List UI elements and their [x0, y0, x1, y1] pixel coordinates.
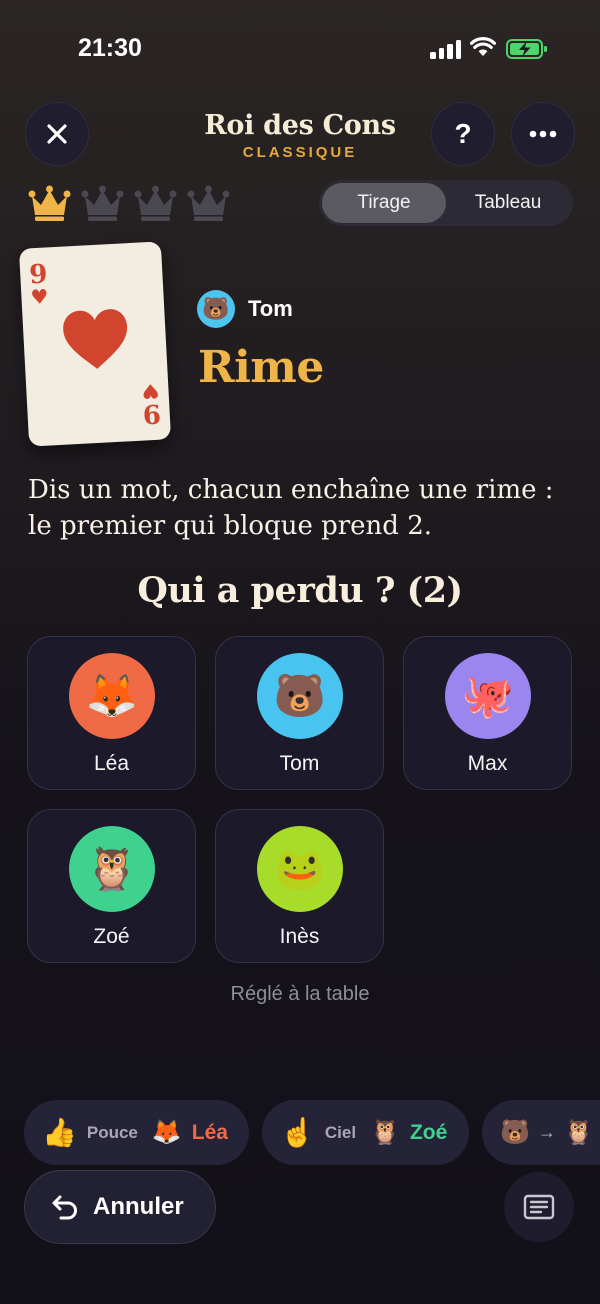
- heart-icon: ♥: [29, 284, 50, 310]
- crown-progress: [27, 184, 231, 227]
- signal-icon: [430, 37, 461, 59]
- owl-icon: 🦉: [563, 1119, 594, 1146]
- player-name: Inès: [279, 925, 320, 948]
- challenge-title: Rime: [198, 342, 324, 393]
- undo-button[interactable]: Annuler: [24, 1170, 216, 1244]
- bear-avatar: 🐻: [257, 653, 343, 739]
- fox-avatar: 🦊: [69, 653, 155, 739]
- owl-icon: 🦉: [370, 1119, 400, 1146]
- log-button[interactable]: [504, 1172, 574, 1242]
- owl-avatar: 🦉: [69, 826, 155, 912]
- loser-question: Qui a perdu ? (2): [137, 570, 463, 611]
- app-title: Roi des Cons: [204, 110, 396, 141]
- player-tile-zoe[interactable]: 🦉 Zoé: [27, 809, 196, 963]
- rule-text: Dis un mot, chacun enchaîne une rime : l…: [28, 472, 578, 544]
- view-switcher: Tirage Tableau: [319, 180, 573, 226]
- rule-label: Ciel: [324, 1122, 357, 1142]
- crown-empty-icon: [80, 184, 125, 227]
- card-rank-top: 9 ♥: [29, 259, 50, 310]
- help-button[interactable]: ?: [431, 102, 495, 166]
- octopus-avatar: 🐙: [445, 653, 531, 739]
- battery-charging-icon: [506, 39, 547, 59]
- player-name: Léa: [191, 1120, 228, 1144]
- player-name: Tom: [279, 752, 320, 775]
- arrow-right-icon: →: [537, 1122, 556, 1142]
- current-player: 🐻 Tom: [197, 290, 293, 328]
- wifi-icon: [470, 37, 496, 56]
- ellipsis-icon: [529, 130, 557, 138]
- pointing-up-icon: ☝️: [280, 1117, 315, 1148]
- history-chip-ciel[interactable]: ☝️ Ciel 🦉 Zoé: [262, 1100, 469, 1165]
- bear-avatar: 🐻: [197, 290, 235, 328]
- undo-icon: [52, 1195, 77, 1220]
- tab-tableau[interactable]: Tableau: [446, 183, 570, 223]
- heart-icon: ♥: [140, 378, 161, 404]
- crown-earned-icon: [27, 184, 72, 227]
- bear-icon: 🐻: [500, 1119, 530, 1146]
- player-name: Zoé: [409, 1120, 448, 1144]
- crown-empty-icon: [186, 184, 231, 227]
- status-bar: 21:30: [0, 0, 600, 92]
- mode-subtitle: CLASSIQUE: [242, 144, 358, 161]
- crown-empty-icon: [133, 184, 178, 227]
- rule-line-1: Dis un mot, chacun enchaîne une rime :: [28, 475, 554, 505]
- game-title: Roi des Cons CLASSIQUE: [130, 110, 470, 161]
- thumbs-up-icon: 👍: [42, 1117, 77, 1148]
- history-chip-transfer[interactable]: 🐻 → 🦉: [482, 1100, 600, 1165]
- status-time: 21:30: [78, 34, 142, 62]
- close-button[interactable]: [25, 102, 89, 166]
- history-chip-pouce[interactable]: 👍 Pouce 🦊 Léa: [24, 1100, 249, 1165]
- settled-note: Réglé à la table: [230, 983, 370, 1005]
- rule-label: Pouce: [86, 1122, 138, 1142]
- heart-suit-icon: [63, 309, 128, 369]
- fox-icon: 🦊: [151, 1119, 182, 1146]
- more-button[interactable]: [511, 102, 575, 166]
- player-name: Zoé: [93, 925, 130, 948]
- help-icon: ?: [454, 118, 472, 149]
- player-tile-max[interactable]: 🐙 Max: [403, 636, 572, 790]
- close-icon: [47, 124, 67, 144]
- player-tile-ines[interactable]: 🐸 Inès: [215, 809, 384, 963]
- player-tile-lea[interactable]: 🦊 Léa: [27, 636, 196, 790]
- playing-card: 9 ♥ 9 ♥: [18, 241, 172, 447]
- undo-label: Annuler: [93, 1193, 184, 1220]
- player-name: Max: [467, 752, 508, 775]
- log-icon: [523, 1194, 555, 1220]
- frog-avatar: 🐸: [257, 826, 343, 912]
- player-name: Léa: [93, 752, 130, 775]
- player-tile-tom[interactable]: 🐻 Tom: [215, 636, 384, 790]
- card-rank-bottom: 9 ♥: [140, 378, 162, 429]
- current-player-name: Tom: [248, 296, 293, 321]
- tab-tirage[interactable]: Tirage: [322, 183, 446, 223]
- rule-line-2: le premier qui bloque prend 2.: [28, 511, 433, 541]
